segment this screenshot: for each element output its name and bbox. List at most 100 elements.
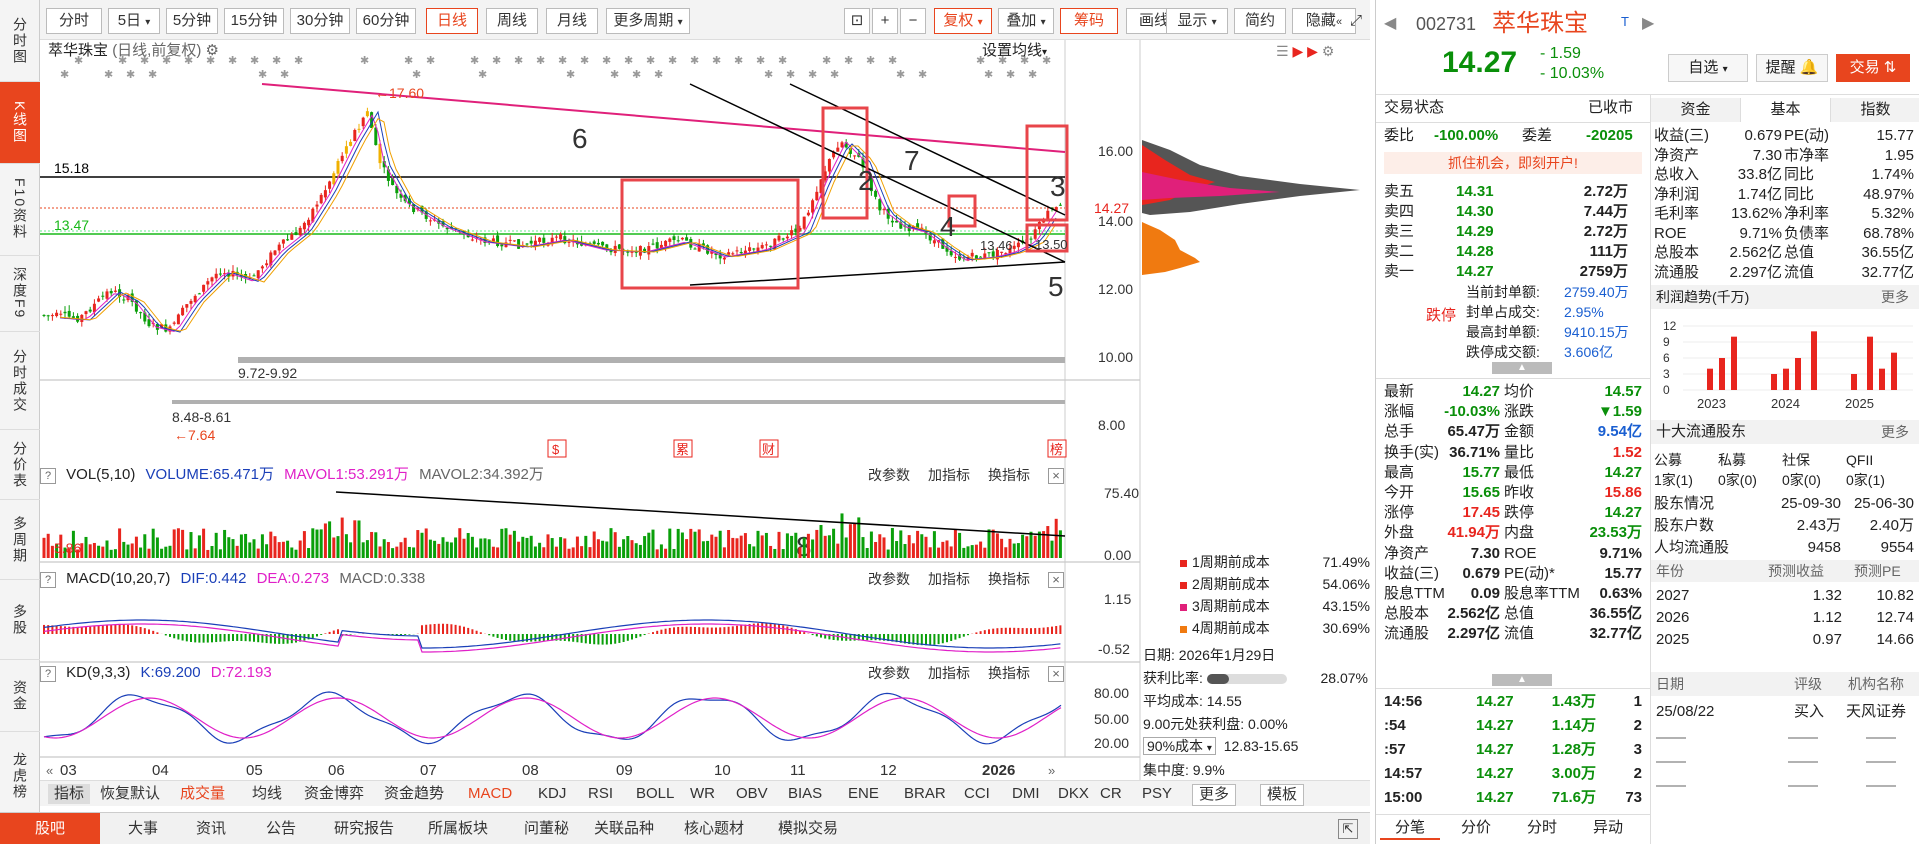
indicator-tab-10[interactable]: WR	[690, 784, 715, 804]
trade-button[interactable]: 交易 ⇅	[1836, 54, 1910, 82]
macd-bar	[122, 624, 125, 634]
macd-bar	[139, 627, 142, 634]
bottom-tab-3[interactable]: 公告	[266, 819, 296, 839]
profit-ratio-label: 获利比率:	[1143, 670, 1203, 686]
prev-stock-icon[interactable]: ◀	[1384, 14, 1396, 34]
indicator-tab-21[interactable]: 模板	[1260, 784, 1305, 806]
gear-icon[interactable]: ⚙	[1322, 43, 1335, 59]
list-icon[interactable]: ☰	[1276, 43, 1289, 59]
bottom-tab-8[interactable]: 核心题材	[684, 819, 744, 839]
help-icon[interactable]: ?	[40, 572, 56, 588]
indicator-tab-17[interactable]: DKX	[1058, 784, 1089, 804]
alert-button[interactable]: 提醒 🔔	[1756, 54, 1828, 82]
set-ma-button[interactable]: 设置均线▾	[982, 40, 1047, 64]
watchlist-button[interactable]: 自选 ▾	[1668, 54, 1748, 82]
indicator-tab-2[interactable]: 成交量	[180, 784, 225, 804]
close-icon[interactable]: ×	[1048, 468, 1064, 484]
change-params-button[interactable]: 改参数	[868, 665, 910, 681]
tick-tab[interactable]: 分价	[1446, 818, 1506, 838]
event-tag[interactable]: 累	[676, 442, 689, 457]
scroll-right-icon[interactable]: »	[1048, 763, 1055, 778]
help-icon[interactable]: ?	[40, 666, 56, 682]
indicator-tab-15[interactable]: CCI	[964, 784, 990, 804]
indicator-tab-12[interactable]: BIAS	[788, 784, 822, 804]
indicator-tab-11[interactable]: OBV	[736, 784, 768, 804]
scroll-left-icon[interactable]: «	[46, 763, 53, 778]
more-link[interactable]: 更多	[1881, 287, 1909, 307]
help-icon[interactable]: ?	[40, 468, 56, 484]
collapse-icon[interactable]: ▲	[1492, 362, 1552, 374]
settings-icon[interactable]: ⚙	[206, 42, 219, 59]
tick-tab[interactable]: 异动	[1578, 818, 1638, 838]
indicator-tab-8[interactable]: RSI	[588, 784, 613, 804]
candle-body	[1029, 238, 1033, 240]
candle-body	[315, 204, 319, 207]
candle-body	[853, 155, 857, 157]
indicator-tab-19[interactable]: PSY	[1142, 784, 1172, 804]
bottom-tab-4[interactable]: 研究报告	[334, 819, 394, 839]
indicator-tab-13[interactable]: ENE	[848, 784, 879, 804]
indicator-tab-3[interactable]: 均线	[252, 784, 282, 804]
cost90-select[interactable]: 90%成本 ▾	[1143, 737, 1216, 755]
indicator-tab-0[interactable]: 指标	[48, 784, 91, 804]
bottom-tab-1[interactable]: 大事	[128, 819, 158, 839]
indicator-tab-7[interactable]: KDJ	[538, 784, 566, 804]
indicator-tab-5[interactable]: 资金趋势	[384, 784, 444, 804]
fund-tab[interactable]: 资金	[1651, 98, 1741, 122]
volume-bar	[323, 523, 327, 558]
fund-tab[interactable]: 基本	[1741, 98, 1831, 122]
volume-bar	[689, 528, 693, 558]
macd-bar	[206, 634, 209, 643]
volume-bar	[1033, 535, 1037, 558]
indicator-tab-18[interactable]: CR	[1100, 784, 1122, 804]
event-tag[interactable]: 榜	[1050, 442, 1063, 457]
indicator-tab-20[interactable]: 更多	[1192, 784, 1237, 806]
bookmark-icon[interactable]: ▶	[1307, 43, 1318, 59]
expand-icon[interactable]: ⇱	[1338, 819, 1358, 839]
holder-row-label: 股东户数	[1654, 517, 1715, 534]
flag-icon[interactable]: ▶	[1292, 43, 1303, 59]
close-icon[interactable]: ×	[1048, 572, 1064, 588]
event-tag[interactable]: $	[552, 442, 560, 457]
bottom-tab-5[interactable]: 所属板块	[428, 819, 488, 839]
tick-tab[interactable]: 分笔	[1380, 818, 1440, 840]
close-icon[interactable]: ×	[1048, 666, 1064, 682]
bottom-tab-2[interactable]: 资讯	[196, 819, 226, 839]
macd-bar	[589, 634, 591, 644]
signal-marker: ✱	[896, 69, 905, 81]
candle-body	[874, 190, 878, 197]
tick-tab[interactable]: 分时	[1512, 818, 1572, 838]
indicator-tab-4[interactable]: 资金博弈	[304, 784, 364, 804]
fund-tab[interactable]: 指数	[1831, 98, 1919, 122]
promo-banner[interactable]: 抓住机会，即刻开户!	[1384, 152, 1642, 174]
indicator-tab-9[interactable]: BOLL	[636, 784, 674, 804]
swap-indicator-button[interactable]: 换指标	[988, 467, 1030, 483]
volume-bar	[832, 528, 836, 558]
add-indicator-button[interactable]: 加指标	[928, 467, 970, 483]
bottom-tab-0[interactable]: 股吧	[0, 813, 100, 844]
swap-indicator-button[interactable]: 换指标	[988, 665, 1030, 681]
tick-price: 14.27	[1476, 693, 1514, 710]
event-tag[interactable]: 财	[762, 442, 775, 457]
macd-bar	[1021, 628, 1024, 634]
more-link[interactable]: 更多	[1881, 422, 1909, 442]
bottom-tab-6[interactable]: 问董秘	[524, 819, 569, 839]
add-indicator-button[interactable]: 加指标	[928, 571, 970, 587]
indicator-tab-1[interactable]: 恢复默认	[100, 784, 160, 804]
profit-bars: 2023 2024 2025	[1697, 331, 1897, 411]
indicator-tab-14[interactable]: BRAR	[904, 784, 946, 804]
next-stock-icon[interactable]: ▶	[1642, 14, 1654, 34]
volume-bar	[588, 547, 592, 558]
indicator-tab-6[interactable]: MACD	[468, 784, 512, 804]
volume-bar	[281, 541, 285, 558]
macd-bar	[177, 634, 180, 640]
swap-indicator-button[interactable]: 换指标	[988, 571, 1030, 587]
add-indicator-button[interactable]: 加指标	[928, 665, 970, 681]
indicator-tab-16[interactable]: DMI	[1012, 784, 1040, 804]
change-params-button[interactable]: 改参数	[868, 467, 910, 483]
collapse-icon[interactable]: ▲	[1492, 674, 1552, 686]
change-params-button[interactable]: 改参数	[868, 571, 910, 587]
bottom-tab-7[interactable]: 关联品种	[594, 819, 654, 839]
bottom-tab-9[interactable]: 模拟交易	[778, 819, 838, 839]
chart-subtitle: (日线,前复权)	[112, 42, 202, 59]
